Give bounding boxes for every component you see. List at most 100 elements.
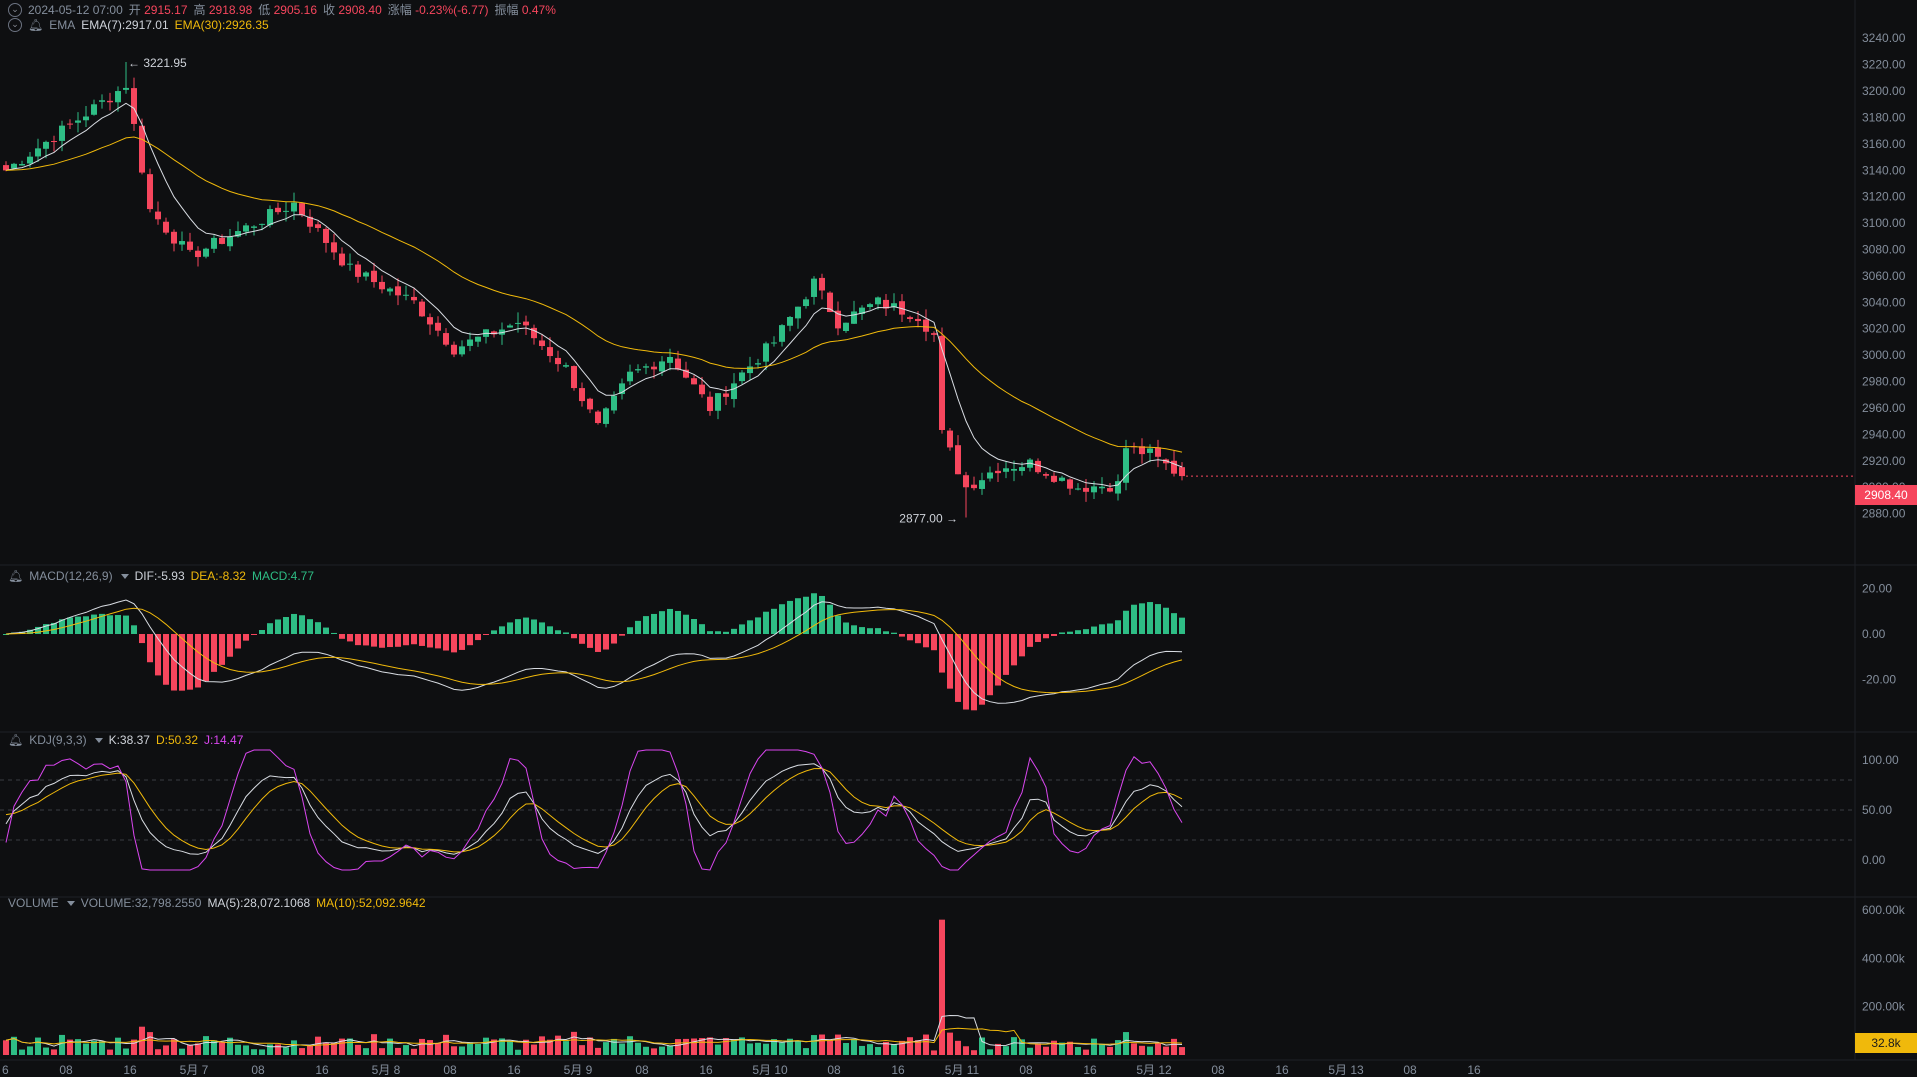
candle-body bbox=[1147, 448, 1153, 453]
volume-bar bbox=[939, 919, 945, 1055]
chevron-down-icon[interactable] bbox=[120, 573, 129, 579]
collapse-icon[interactable]: ⌄ bbox=[8, 18, 22, 32]
volume-bar bbox=[827, 1040, 833, 1055]
candle-body bbox=[715, 393, 721, 411]
candle-body bbox=[163, 221, 169, 233]
time-tick: 6 bbox=[2, 1063, 9, 1077]
volume-bar bbox=[371, 1034, 377, 1055]
volume-name[interactable]: VOLUME bbox=[8, 896, 59, 910]
candle-body bbox=[603, 408, 609, 424]
price-tick: 3000.00 bbox=[1862, 348, 1906, 362]
volume-bar bbox=[851, 1038, 857, 1055]
macd-bar bbox=[603, 634, 609, 650]
volume-bar bbox=[667, 1045, 673, 1055]
volume-bar bbox=[475, 1044, 481, 1055]
volume-bar bbox=[1131, 1043, 1137, 1055]
time-tick: 08 bbox=[635, 1063, 649, 1077]
volume-bar bbox=[467, 1042, 473, 1055]
volume-bar bbox=[235, 1044, 241, 1055]
candle-body bbox=[43, 141, 49, 149]
candle-body bbox=[1083, 487, 1089, 492]
candle-body bbox=[779, 325, 785, 342]
volume-bar bbox=[579, 1045, 585, 1055]
macd-bar bbox=[1043, 634, 1049, 639]
candle-body bbox=[547, 347, 553, 357]
macd-header: 🔔︎ MACD(12,26,9) DIF:-5.93 DEA:-8.32 MAC… bbox=[8, 569, 314, 583]
bell-icon[interactable]: 🔔︎ bbox=[8, 569, 23, 583]
macd-bar bbox=[643, 616, 649, 634]
volume-bar bbox=[1003, 1046, 1009, 1055]
candle-body bbox=[755, 363, 761, 365]
candle-body bbox=[867, 304, 873, 308]
macd-bar bbox=[243, 634, 249, 641]
candle-body bbox=[595, 411, 601, 424]
volume-bar bbox=[1099, 1043, 1105, 1055]
volume-bar bbox=[315, 1036, 321, 1055]
macd-bar bbox=[387, 634, 393, 648]
macd-bar bbox=[787, 600, 793, 634]
candle-body bbox=[171, 231, 177, 244]
candle-body bbox=[1011, 468, 1017, 471]
macd-bar bbox=[635, 620, 641, 634]
volume-bar bbox=[155, 1049, 161, 1055]
volume-bar bbox=[123, 1048, 129, 1055]
candle-body bbox=[27, 156, 33, 164]
volume-tick: 200.00k bbox=[1862, 1000, 1906, 1014]
macd-bar bbox=[931, 634, 937, 651]
candle-time: 2024-05-12 07:00 bbox=[28, 2, 123, 17]
macd-bar bbox=[1011, 634, 1017, 666]
macd-bar bbox=[587, 634, 593, 648]
bell-icon[interactable]: 🔔︎ bbox=[8, 733, 23, 747]
ema-header: ⌄ 🔔︎ EMA EMA(7):2917.01 EMA(30):2926.35 bbox=[8, 18, 269, 32]
volume-bar bbox=[1171, 1038, 1177, 1055]
macd-bar bbox=[675, 610, 681, 634]
time-tick: 08 bbox=[827, 1063, 841, 1077]
macd-bar bbox=[1163, 607, 1169, 634]
macd-bar bbox=[555, 630, 561, 634]
ema-name[interactable]: EMA bbox=[49, 18, 75, 32]
candle-body bbox=[587, 398, 593, 410]
macd-tick: 0.00 bbox=[1862, 627, 1886, 641]
price-tick: 3080.00 bbox=[1862, 242, 1906, 256]
time-tick: 16 bbox=[1083, 1063, 1097, 1077]
time-tick: 08 bbox=[1211, 1063, 1225, 1077]
kdj-name[interactable]: KDJ(9,3,3) bbox=[29, 733, 86, 747]
kdj-j: J:14.47 bbox=[204, 733, 244, 747]
volume-bar bbox=[675, 1039, 681, 1055]
candle-body bbox=[1091, 486, 1097, 493]
candle-body bbox=[219, 237, 225, 244]
candle-body bbox=[555, 357, 561, 365]
macd-bar bbox=[1035, 634, 1041, 643]
candle-body bbox=[771, 342, 777, 344]
macd-bar bbox=[1171, 613, 1177, 634]
macd-name[interactable]: MACD(12,26,9) bbox=[29, 569, 112, 583]
macd-bar bbox=[971, 634, 977, 711]
macd-bar bbox=[907, 634, 913, 641]
time-tick: 16 bbox=[699, 1063, 713, 1077]
volume-bar bbox=[531, 1044, 537, 1055]
volume-bar bbox=[347, 1038, 353, 1055]
macd-bar bbox=[731, 628, 737, 634]
candle-body bbox=[1019, 467, 1025, 471]
time-tick: 08 bbox=[443, 1063, 457, 1077]
volume-bar bbox=[955, 1040, 961, 1055]
volume-bar bbox=[403, 1045, 409, 1055]
chevron-down-icon[interactable] bbox=[66, 900, 75, 906]
candle-body bbox=[971, 484, 977, 489]
volume-bar bbox=[99, 1041, 105, 1055]
candle-body bbox=[731, 383, 737, 400]
macd-bar bbox=[571, 634, 577, 639]
price-tick: 3040.00 bbox=[1862, 295, 1906, 309]
collapse-icon[interactable]: ⌄ bbox=[8, 2, 22, 17]
chevron-down-icon[interactable] bbox=[94, 737, 103, 743]
candle-body bbox=[1179, 467, 1185, 477]
volume-bar bbox=[571, 1031, 577, 1055]
candle-body bbox=[563, 365, 569, 367]
volume-bar bbox=[1083, 1049, 1089, 1055]
candle-body bbox=[1051, 475, 1057, 482]
bell-icon[interactable]: 🔔︎ bbox=[28, 18, 43, 32]
macd-bar bbox=[379, 634, 385, 648]
candlestick-chart[interactable]: ← 3221.95 2877.00 → 3240.00 3220.00 3200.00… bbox=[0, 0, 1917, 1077]
candle-body bbox=[1067, 479, 1073, 489]
volume-bar bbox=[187, 1044, 193, 1055]
